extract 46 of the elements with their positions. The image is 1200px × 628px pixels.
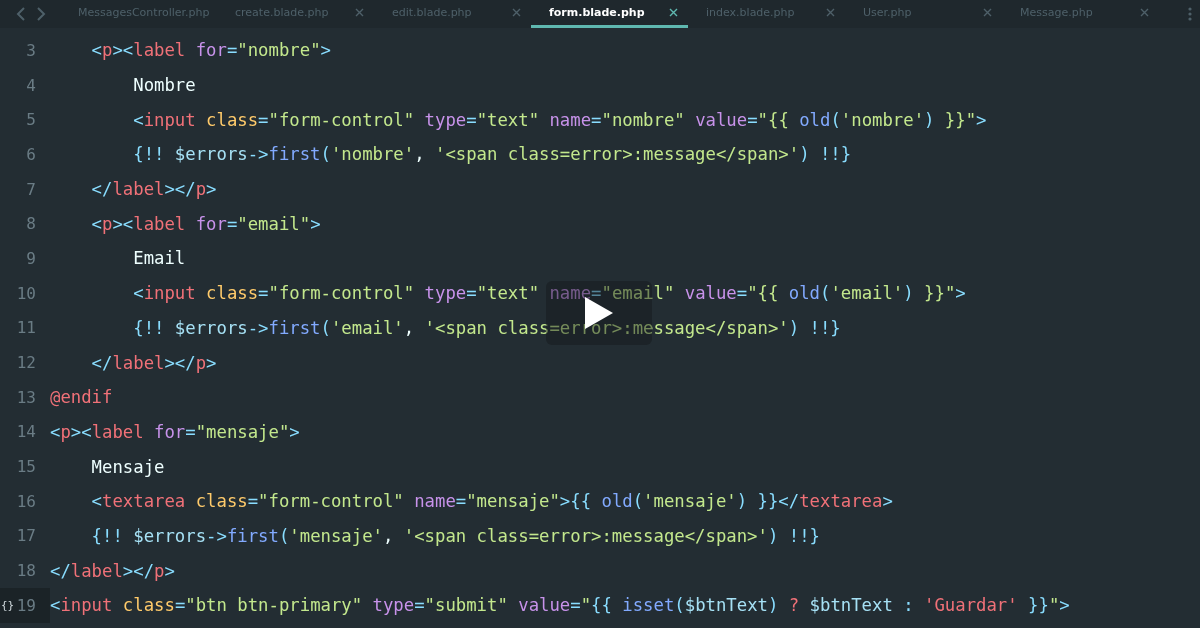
close-icon[interactable] bbox=[669, 8, 678, 17]
line-number: 3 bbox=[26, 40, 36, 60]
editor-tab[interactable]: edit.blade.php bbox=[374, 0, 531, 28]
back-icon[interactable] bbox=[16, 6, 26, 22]
editor-tab[interactable]: Message.php bbox=[1002, 0, 1159, 28]
line-number: 6 bbox=[26, 144, 36, 164]
line-number: 7 bbox=[26, 179, 36, 199]
editor-tab[interactable]: User.php bbox=[845, 0, 1002, 28]
code-line: {!! $errors->first('email', '<span class=error>:message</span>') !!} bbox=[132, 317, 841, 338]
more-icon[interactable] bbox=[1188, 6, 1192, 22]
code-line: </label></p> bbox=[90, 352, 217, 373]
code-line: <input class="btn btn-primary" type="submit" value="{{ isset($btnText) ? $btnText : 'Guardar' }}"> bbox=[50, 595, 1070, 616]
editor-tab[interactable]: MessagesController.php bbox=[60, 0, 217, 28]
line-number: 11 bbox=[16, 318, 36, 338]
code-line: <p><label for="mensaje"> bbox=[50, 421, 300, 442]
code-line: <input class="form-control" type="text" name="email" value="{{ old('email') }}"> bbox=[132, 283, 966, 304]
line-number: 8 bbox=[26, 214, 36, 234]
line-number: 17 bbox=[16, 526, 36, 546]
gutter-marker[interactable]: {} bbox=[1, 598, 15, 612]
line-number: 13 bbox=[16, 387, 36, 407]
line-number: 16 bbox=[16, 491, 36, 511]
line-number: 18 bbox=[16, 561, 36, 581]
line-number: 5 bbox=[26, 110, 36, 130]
code-line: Email bbox=[132, 248, 186, 269]
line-number: 4 bbox=[26, 75, 36, 95]
line-number: 9 bbox=[26, 248, 36, 268]
code-line: <textarea class="form-control" name="mensaje">{{ old('mensaje') }}</textarea> bbox=[90, 491, 893, 512]
code-line: @endif bbox=[50, 387, 113, 408]
forward-icon[interactable] bbox=[36, 6, 46, 22]
code-line: {!! $errors->first('nombre', '<span class=error>:message</span>') !!} bbox=[132, 144, 852, 165]
code-line: </label></p> bbox=[90, 179, 217, 200]
code-line: {!! $errors->first('mensaje', '<span class=error>:message</span>') !!} bbox=[90, 525, 820, 546]
line-number: 12 bbox=[16, 353, 36, 373]
code-line: <p><label for="nombre"> bbox=[90, 40, 331, 61]
line-number: 14 bbox=[16, 422, 36, 442]
line-number: 10 bbox=[16, 283, 36, 303]
editor-tab[interactable]: index.blade.php bbox=[688, 0, 845, 28]
code-line: <input class="form-control" type="text" name="nombre" value="{{ old('nombre') }}"> bbox=[132, 109, 987, 130]
line-number: 19 bbox=[16, 595, 36, 615]
editor-tab[interactable]: form.blade.php bbox=[531, 0, 688, 28]
code-line: Mensaje bbox=[90, 456, 165, 477]
code-line: Nombre bbox=[132, 75, 196, 96]
line-number: 15 bbox=[16, 457, 36, 477]
code-line: <p><label for="email"> bbox=[90, 213, 321, 234]
code-line: </label></p> bbox=[50, 560, 175, 581]
editor-tab[interactable]: create.blade.php bbox=[217, 0, 374, 28]
